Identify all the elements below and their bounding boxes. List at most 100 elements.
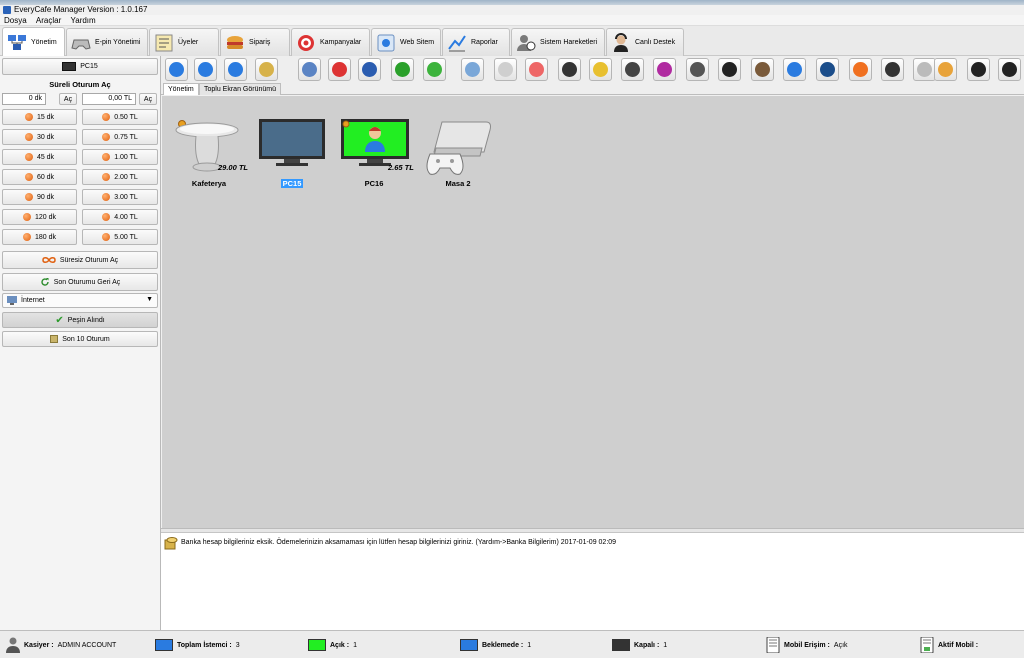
edit-list-icon xyxy=(498,62,513,77)
subtab-yonetim[interactable]: Yönetim xyxy=(163,83,199,95)
money-preset-button[interactable]: 2.00 TL xyxy=(82,169,158,185)
open-minutes-button[interactable]: Aç xyxy=(59,93,77,105)
menu-tools[interactable]: Araçlar xyxy=(32,15,64,26)
tab-siparis[interactable]: Sipariş xyxy=(220,28,290,56)
time-preset-button[interactable]: 45 dk xyxy=(2,149,77,165)
steam-button[interactable] xyxy=(998,58,1021,81)
refresh-button[interactable] xyxy=(224,58,247,81)
horn-button[interactable] xyxy=(589,58,612,81)
burger-button[interactable] xyxy=(934,58,957,81)
amount-input[interactable]: 0,00 TL xyxy=(82,93,136,105)
menu-file[interactable]: Dosya xyxy=(0,15,30,26)
tab-epin[interactable]: E-pin Yönetimi xyxy=(66,28,148,56)
time-preset-button[interactable]: 60 dk xyxy=(2,169,77,185)
client-pc16[interactable] xyxy=(340,118,412,168)
tab-uyeler[interactable]: Üyeler xyxy=(149,28,219,56)
session-type-select[interactable]: İnternet ▼ xyxy=(2,293,158,308)
minutes-input[interactable]: 0 dk xyxy=(2,93,46,105)
last-10-sessions-button[interactable]: Son 10 Oturum xyxy=(2,331,158,347)
restore-session-button[interactable]: Son Oturumu Geri Aç xyxy=(2,273,158,291)
tab-web-sitem[interactable]: Web Sitem xyxy=(371,28,441,56)
money-preset-button[interactable]: 0.75 TL xyxy=(82,129,158,145)
upload-button[interactable] xyxy=(423,58,446,81)
money-preset-button[interactable]: 3.00 TL xyxy=(82,189,158,205)
subtab-bulk-screen[interactable]: Toplu Ekran Görünümü xyxy=(199,83,281,95)
star-button[interactable] xyxy=(849,58,872,81)
view-tabs: Yönetim Toplu Ekran Görünümü xyxy=(161,83,1024,95)
clock-icon xyxy=(24,113,33,121)
monitor-waiting-icon xyxy=(460,639,478,651)
pause-button[interactable] xyxy=(194,58,217,81)
menu-help[interactable]: Yardım xyxy=(67,15,99,26)
money-preset-button[interactable]: 4.00 TL xyxy=(82,209,158,225)
pause-icon xyxy=(198,62,213,77)
money-preset-button[interactable]: 0.50 TL xyxy=(82,109,158,125)
coins-button[interactable] xyxy=(255,58,278,81)
money-preset-button[interactable]: 5.00 TL xyxy=(82,229,158,245)
star-icon xyxy=(853,62,868,77)
close-session-button[interactable] xyxy=(525,58,548,81)
money-preset-button[interactable]: 1.00 TL xyxy=(82,149,158,165)
edit-list-button[interactable] xyxy=(494,58,517,81)
client-name: PC16 xyxy=(364,179,384,188)
power-button[interactable] xyxy=(358,58,381,81)
closed-clients-status: Kapalı : 1 xyxy=(612,637,667,653)
close-session-icon xyxy=(529,62,544,77)
volume-button[interactable] xyxy=(913,58,936,81)
gamepad-icon xyxy=(71,39,91,50)
person-button[interactable] xyxy=(881,58,904,81)
coins-icon xyxy=(164,536,178,550)
restart-button[interactable] xyxy=(391,58,414,81)
clients-canvas: 29.00 TL Kafeterya PC15 2.65 TL PC16 Mas… xyxy=(162,96,1024,528)
time-preset-button[interactable]: 180 dk xyxy=(2,229,77,245)
client-masa-2[interactable] xyxy=(424,118,494,176)
main-tabs: Yönetim E-pin Yönetimi Üyeler Sipariş Ka… xyxy=(0,26,1024,56)
open-amount-button[interactable]: Aç xyxy=(139,93,157,105)
tab-raporlar[interactable]: Raporlar xyxy=(442,28,510,56)
time-preset-button[interactable]: 90 dk xyxy=(2,189,77,205)
tab-sistem-hareketleri[interactable]: Sistem Hareketleri xyxy=(511,28,605,56)
time-preset-label: 45 dk xyxy=(36,153,55,161)
paid-button[interactable]: ✔ Peşin Alındı xyxy=(2,312,158,328)
time-preset-button[interactable]: 30 dk xyxy=(2,129,77,145)
title-bar: EveryCafe Manager Version : 1.0.167 xyxy=(0,5,1024,15)
message-button[interactable] xyxy=(461,58,484,81)
webcam-button[interactable] xyxy=(621,58,644,81)
steam-icon xyxy=(1002,62,1017,77)
tab-label: Üyeler xyxy=(178,39,199,46)
play-button[interactable] xyxy=(165,58,188,81)
unlimited-session-button[interactable]: Süresiz Oturum Aç xyxy=(2,251,158,269)
network-icon xyxy=(8,35,26,50)
time-preset-button[interactable]: 15 dk xyxy=(2,109,77,125)
tab-kampanyalar[interactable]: Kampanyalar xyxy=(291,28,370,56)
transfer-button[interactable] xyxy=(298,58,321,81)
selected-pc-button[interactable]: PC15 xyxy=(2,58,158,75)
coin-icon xyxy=(102,213,111,221)
last10-label: Son 10 Oturum xyxy=(62,335,110,343)
settings-button[interactable] xyxy=(686,58,709,81)
tab-yonetim[interactable]: Yönetim xyxy=(2,27,65,56)
waiting-clients-status: Beklemede : 1 xyxy=(460,637,531,653)
mobile-value: Açık xyxy=(833,641,848,649)
tab-canli-destek[interactable]: Canlı Destek xyxy=(606,28,684,56)
eye-button[interactable] xyxy=(653,58,676,81)
usb-button[interactable] xyxy=(558,58,581,81)
web-icon xyxy=(377,34,395,51)
tool-button[interactable] xyxy=(783,58,806,81)
monkey-button[interactable] xyxy=(751,58,774,81)
volume-icon xyxy=(917,62,932,77)
screen-button[interactable] xyxy=(967,58,990,81)
y-button[interactable] xyxy=(816,58,839,81)
time-preset-label: 30 dk xyxy=(36,133,55,141)
shutdown-red-button[interactable] xyxy=(328,58,351,81)
tab-label: Raporlar xyxy=(471,39,498,46)
total-value: 3 xyxy=(235,641,240,649)
terminal-button[interactable] xyxy=(718,58,741,81)
clock-icon xyxy=(24,173,33,181)
monitor-green-icon xyxy=(308,639,326,651)
time-preset-button[interactable]: 120 dk xyxy=(2,209,77,225)
tab-label: Web Sitem xyxy=(400,39,435,46)
horn-icon xyxy=(593,62,608,77)
clock-icon xyxy=(24,153,33,161)
client-pc15[interactable] xyxy=(258,118,326,168)
